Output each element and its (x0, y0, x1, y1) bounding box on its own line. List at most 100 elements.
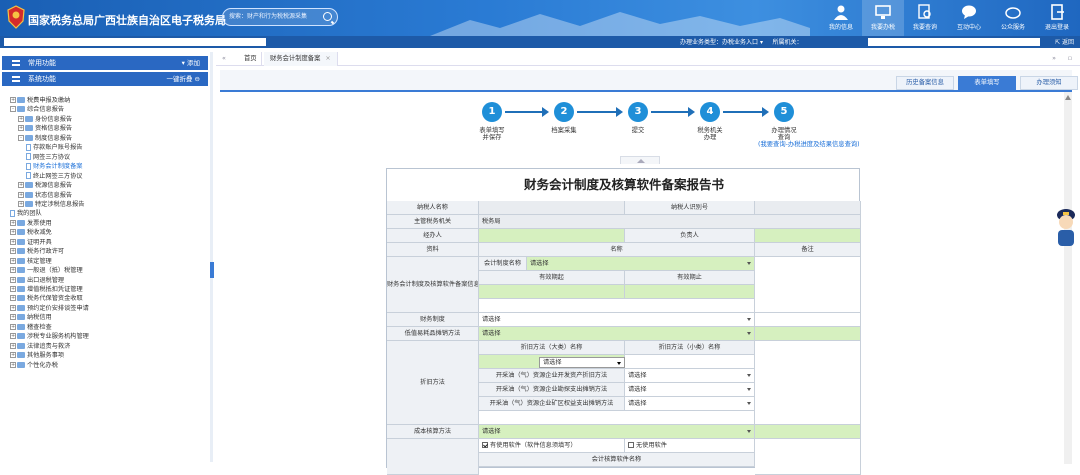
expand-icon[interactable]: + (10, 219, 16, 226)
expand-icon[interactable]: + (10, 257, 16, 264)
tree-item[interactable]: + 个性化办税 (10, 361, 58, 370)
progress-query-link[interactable]: (我要查询-办税进度及结果信息查询) (758, 139, 860, 148)
expand-icon[interactable]: + (10, 295, 16, 302)
remark-input[interactable] (755, 257, 861, 313)
low-value-select[interactable]: 请选择 (479, 327, 755, 341)
assistant-avatar-icon[interactable] (1054, 205, 1078, 249)
tree-item[interactable]: + 涉税专业服务机构管理 (10, 332, 89, 341)
search-input[interactable]: 搜索：财产和行为税税源采集 (222, 8, 338, 26)
back-button[interactable]: ⇱ 返回 (1055, 37, 1074, 46)
mining2-select[interactable]: 请选择 (625, 383, 755, 397)
tree-item[interactable]: 终止网签三方协议 (26, 172, 83, 181)
system-functions-header[interactable]: 系统功能 一键折叠 ⊖ (2, 72, 208, 86)
tree-item[interactable]: + 一般退（抵）税管理 (10, 266, 83, 275)
common-functions-header[interactable]: 常用功能 ▾ 添加 (2, 56, 208, 70)
expand-icon[interactable]: + (10, 229, 16, 236)
nav-logout[interactable]: 退出登录 (1036, 0, 1078, 36)
fin-system-select[interactable]: 请选择 (479, 313, 755, 327)
tree-item[interactable]: 财务会计制度备案 (26, 162, 83, 171)
collapse-toggle[interactable] (620, 156, 660, 164)
depr-remark[interactable] (755, 341, 861, 425)
expand-icon[interactable]: + (10, 238, 16, 245)
tree-item[interactable]: + 资格信息报告 (18, 124, 72, 133)
no-software-option[interactable]: 无使用软件 (625, 439, 755, 453)
checkbox-checked-icon[interactable] (482, 442, 488, 448)
tree-item[interactable]: + 出口退税管理 (10, 276, 64, 285)
expand-icon[interactable]: + (10, 323, 16, 330)
nav-public-service[interactable]: 公众服务 (992, 0, 1034, 36)
sidebar-toggle-handle[interactable] (210, 262, 214, 278)
agency-field[interactable] (868, 38, 1040, 46)
add-button[interactable]: ▾ 添加 (182, 56, 200, 70)
low-value-remark[interactable] (755, 327, 861, 341)
tab-scroll-left-icon[interactable]: « (222, 52, 226, 66)
nav-interaction[interactable]: 互动中心 (948, 0, 990, 36)
nav-tax-handling[interactable]: 我要办税 (862, 0, 904, 36)
expand-icon[interactable]: + (10, 352, 16, 359)
use-software-option[interactable]: 有使用软件（软件信息须填写） (479, 439, 625, 453)
expand-icon[interactable]: + (10, 276, 16, 283)
tab-scroll-right-icon[interactable]: » (1052, 52, 1056, 66)
tree-item[interactable]: + 其他服务事项 (10, 351, 64, 360)
tree-item[interactable]: - 制度信息报告 (18, 134, 72, 143)
expand-icon[interactable]: + (10, 267, 16, 274)
expand-icon[interactable]: + (18, 115, 24, 122)
acct-system-select[interactable]: 请选择 (527, 257, 755, 271)
tab-home[interactable]: 首页 (240, 52, 262, 66)
tree-item[interactable]: 网签三方协议 (26, 153, 70, 162)
expand-icon[interactable]: + (10, 97, 16, 103)
sidebar-splitter[interactable] (210, 52, 213, 462)
tree-item[interactable]: + 状态信息报告 (18, 191, 72, 200)
expand-icon[interactable]: + (10, 286, 16, 292)
expand-icon[interactable]: + (18, 125, 24, 132)
tab-history[interactable]: 历史备案信息 (896, 76, 954, 90)
tree-item[interactable]: + 增值税抵扣凭证管理 (10, 285, 83, 294)
tree-item[interactable]: + 身份信息报告 (18, 115, 72, 124)
expand-icon[interactable]: + (10, 342, 16, 349)
scrollbar[interactable] (1064, 92, 1072, 464)
tree-item[interactable]: + 税源信息报告 (18, 181, 72, 190)
depr-big-select[interactable]: 请选择 (539, 357, 625, 368)
tab-menu-icon[interactable]: ▫ (1068, 52, 1072, 66)
tree-item[interactable]: 我的团队 (10, 209, 42, 218)
tree-item[interactable]: + 税务行政许可 (10, 247, 64, 256)
expand-icon[interactable]: + (18, 200, 24, 207)
expand-icon[interactable]: + (10, 333, 16, 340)
collapse-icon[interactable]: - (10, 106, 16, 113)
scroll-up-icon[interactable] (1065, 95, 1071, 100)
tree-item[interactable]: + 税收减免 (10, 228, 52, 237)
expand-icon[interactable]: + (18, 191, 24, 198)
fin-system-remark[interactable] (755, 313, 861, 327)
expand-icon[interactable]: + (10, 314, 16, 321)
collapse-all-button[interactable]: 一键折叠 ⊖ (166, 72, 200, 86)
software-remark[interactable] (755, 439, 861, 475)
search-icon[interactable] (323, 12, 332, 21)
tree-item[interactable]: 存款账户账号报告 (26, 143, 83, 152)
tab-notice[interactable]: 办理须知 (1020, 76, 1078, 90)
business-type[interactable]: 办理业务类型：办税业务入口 ▾ 所属机关： (680, 37, 803, 46)
tree-item[interactable]: + 证明开具 (10, 238, 52, 247)
checkbox-icon[interactable] (628, 442, 634, 448)
expand-icon[interactable]: + (10, 248, 16, 255)
handler-input[interactable] (479, 229, 625, 243)
tree-item[interactable]: + 特定涉税信息报告 (18, 200, 85, 209)
tree-item[interactable]: - 综合信息报告 (10, 105, 64, 114)
nav-my-info[interactable]: 我的信息 (820, 0, 862, 36)
valid-from-input[interactable] (479, 285, 625, 299)
expand-icon[interactable]: + (10, 304, 16, 311)
responsible-input[interactable] (755, 229, 861, 243)
tree-item[interactable]: + 税务代保管资金收取 (10, 294, 83, 303)
tree-item[interactable]: + 核定管理 (10, 257, 52, 266)
mining3-select[interactable]: 请选择 (625, 397, 755, 411)
tree-item[interactable]: + 稽查检查 (10, 323, 52, 332)
close-icon[interactable]: × (325, 55, 330, 62)
valid-to-input[interactable] (625, 285, 755, 299)
tree-item[interactable]: + 税费申报及缴纳 (10, 96, 70, 105)
cost-remark[interactable] (755, 425, 861, 439)
cost-select[interactable]: 请选择 (479, 425, 755, 439)
expand-icon[interactable]: + (10, 361, 16, 368)
nav-query[interactable]: 我要查询 (904, 0, 946, 36)
tree-item[interactable]: + 发票使用 (10, 219, 52, 228)
collapse-icon[interactable]: - (18, 134, 24, 141)
tree-item[interactable]: + 纳税信用 (10, 313, 52, 322)
